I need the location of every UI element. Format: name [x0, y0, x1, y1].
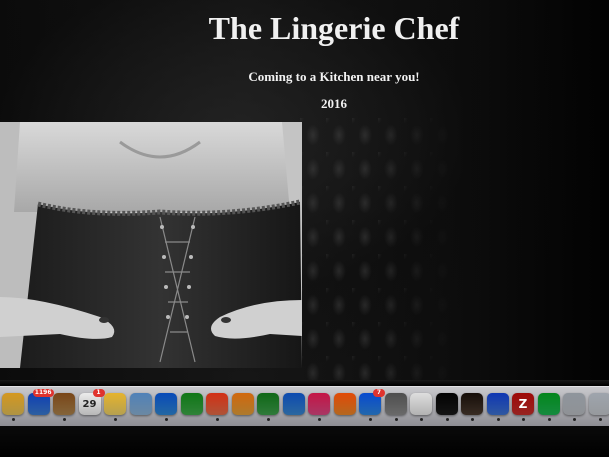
notes-icon[interactable] — [104, 393, 126, 415]
keynote-icon[interactable] — [282, 393, 305, 415]
spotify-icon[interactable] — [537, 393, 560, 415]
browser-page: The Lingerie Chef Coming to a Kitchen ne… — [0, 0, 609, 385]
running-indicator — [471, 418, 474, 421]
running-indicator — [12, 418, 15, 421]
monitor-bottom — [0, 426, 609, 457]
sublime-icon[interactable] — [461, 393, 483, 415]
tagline: Coming to a Kitchen near you! — [248, 69, 420, 84]
mail-icon[interactable]: 1196 — [27, 389, 54, 415]
year-label: 2016 — [321, 96, 347, 111]
damask-pattern — [300, 118, 460, 380]
running-indicator — [216, 418, 219, 421]
running-indicator — [63, 418, 66, 421]
app-store-icon[interactable]: 7 — [359, 389, 385, 415]
running-indicator — [267, 418, 270, 421]
numbers-icon[interactable] — [257, 393, 279, 415]
facetime-icon[interactable] — [180, 393, 203, 415]
running-indicator — [394, 418, 398, 421]
downloads-icon[interactable] — [563, 393, 585, 415]
running-indicator — [573, 418, 576, 421]
contacts-icon[interactable] — [53, 393, 75, 415]
running-indicator — [165, 418, 168, 421]
calendar-icon[interactable]: 29 1 — [78, 389, 105, 415]
photos-icon[interactable] — [206, 393, 228, 415]
system-preferences-icon[interactable] — [384, 393, 407, 415]
dock: 1196 29 1 7 Z — [0, 386, 609, 427]
chrome-icon[interactable] — [486, 393, 509, 415]
running-indicator — [522, 418, 525, 421]
running-indicator — [547, 418, 551, 421]
finder-icon[interactable] — [2, 393, 24, 415]
running-indicator — [598, 418, 602, 421]
preview-icon[interactable] — [129, 393, 152, 415]
corset-photo — [0, 122, 302, 368]
filezilla-icon[interactable]: Z — [512, 393, 534, 415]
running-indicator — [318, 418, 321, 421]
page-title: The Lingerie Chef — [208, 10, 460, 46]
app-store-badge: 7 — [373, 389, 385, 397]
pages-icon[interactable] — [231, 393, 254, 415]
running-indicator — [496, 418, 500, 421]
calendar-label: 29 — [82, 398, 97, 410]
textedit-icon[interactable] — [410, 393, 432, 415]
trash-icon[interactable] — [588, 393, 609, 415]
running-indicator — [114, 418, 117, 421]
calendar-badge: 1 — [92, 389, 105, 397]
mail-badge: 1196 — [32, 389, 54, 397]
itunes-icon[interactable] — [308, 393, 330, 415]
ibooks-icon[interactable] — [333, 393, 356, 415]
terminal-icon[interactable] — [435, 393, 458, 415]
running-indicator — [420, 418, 423, 421]
running-indicator — [445, 418, 449, 421]
safari-icon[interactable] — [155, 393, 177, 415]
running-indicator — [369, 418, 372, 421]
filezilla-label: Z — [518, 397, 528, 411]
